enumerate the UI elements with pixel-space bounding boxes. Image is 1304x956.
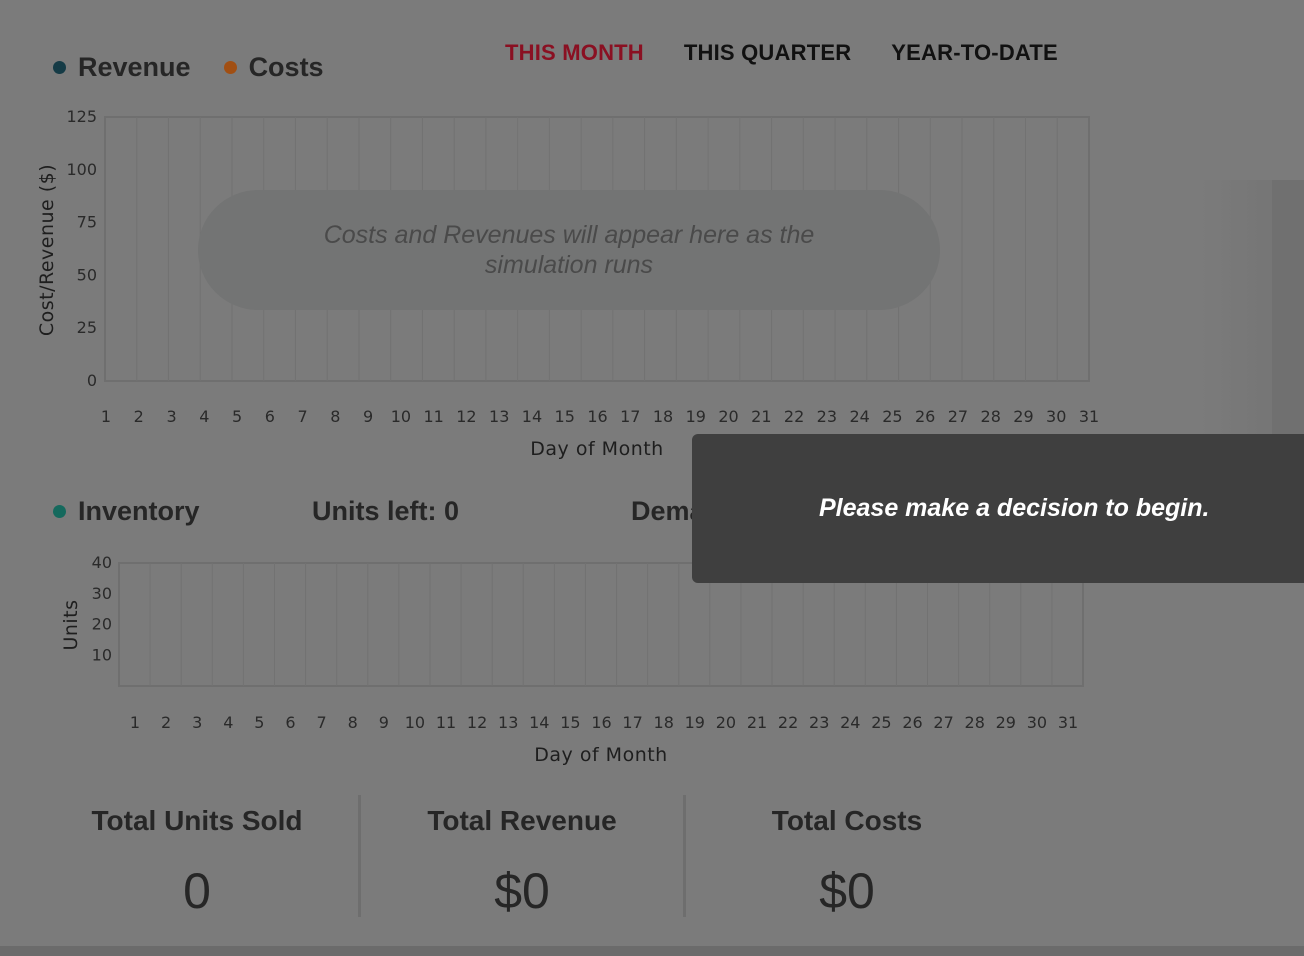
stat-total-revenue: Total Revenue $0 xyxy=(361,795,686,919)
x-tick-label: 6 xyxy=(285,713,295,732)
stat-label: Total Revenue xyxy=(427,805,617,836)
x-tick-label: 5 xyxy=(254,713,264,732)
x-tick-label: 14 xyxy=(529,713,549,732)
x-tick-label: 17 xyxy=(622,713,642,732)
x-tick-label: 24 xyxy=(840,713,860,732)
x-axis-title: Day of Month xyxy=(534,744,667,766)
x-tick-label: 18 xyxy=(654,713,674,732)
x-tick-label: 21 xyxy=(747,713,767,732)
x-tick-label: 25 xyxy=(871,713,891,732)
y-tick-label: 10 xyxy=(92,645,112,664)
bottom-bar xyxy=(0,946,1304,956)
x-tick-label: 4 xyxy=(223,713,233,732)
x-tick-label: 23 xyxy=(809,713,829,732)
stat-value: $0 xyxy=(819,863,875,919)
y-axis-title: Units xyxy=(60,599,82,650)
x-tick-label: 13 xyxy=(498,713,518,732)
x-tick-label: 3 xyxy=(192,713,202,732)
inventory-chart: 1 2 3 4 5 6 7 8 9 10 11 12 13 14 15 16 17 18 19 20 21 22 23 24 2… xyxy=(60,553,1084,766)
x-tick-label: 27 xyxy=(933,713,953,732)
x-tick-label: 9 xyxy=(379,713,389,732)
y-tick-label: 40 xyxy=(92,553,112,572)
y-tick-label: 30 xyxy=(92,584,112,603)
stat-value: 0 xyxy=(183,863,211,919)
x-tick-label: 10 xyxy=(405,713,425,732)
x-tick-label: 15 xyxy=(560,713,580,732)
x-tick-label: 12 xyxy=(467,713,487,732)
side-panel xyxy=(1200,180,1304,434)
stat-label: Total Costs xyxy=(771,805,923,836)
stat-total-units-sold: Total Units Sold 0 xyxy=(36,795,361,919)
x-tick-label: 11 xyxy=(436,713,456,732)
decision-toast: Please make a decision to begin. xyxy=(692,434,1304,583)
x-tick-label: 16 xyxy=(591,713,611,732)
x-tick-label: 19 xyxy=(685,713,705,732)
x-tick-label: 22 xyxy=(778,713,798,732)
x-tick-label: 26 xyxy=(902,713,922,732)
x-tick-label: 8 xyxy=(348,713,358,732)
x-tick-label: 31 xyxy=(1058,713,1078,732)
side-panel-edge xyxy=(1272,180,1304,434)
x-tick-label: 1 xyxy=(130,713,140,732)
y-tick-label: 20 xyxy=(92,615,112,634)
x-tick-label: 20 xyxy=(716,713,736,732)
x-tick-label: 29 xyxy=(996,713,1016,732)
stat-total-costs: Total Costs $0 xyxy=(686,795,1008,919)
x-tick-label: 2 xyxy=(161,713,171,732)
x-tick-label: 30 xyxy=(1027,713,1047,732)
stat-value: $0 xyxy=(494,863,550,919)
dashboard: Revenue Costs THIS MONTH THIS QUARTER YE… xyxy=(0,0,1304,956)
summary-stats: Total Units Sold 0 Total Revenue $0 Tota… xyxy=(36,795,1008,919)
x-tick-label: 7 xyxy=(317,713,327,732)
toast-message: Please make a decision to begin. xyxy=(819,494,1210,522)
x-tick-label: 28 xyxy=(965,713,985,732)
stat-label: Total Units Sold xyxy=(91,805,303,836)
